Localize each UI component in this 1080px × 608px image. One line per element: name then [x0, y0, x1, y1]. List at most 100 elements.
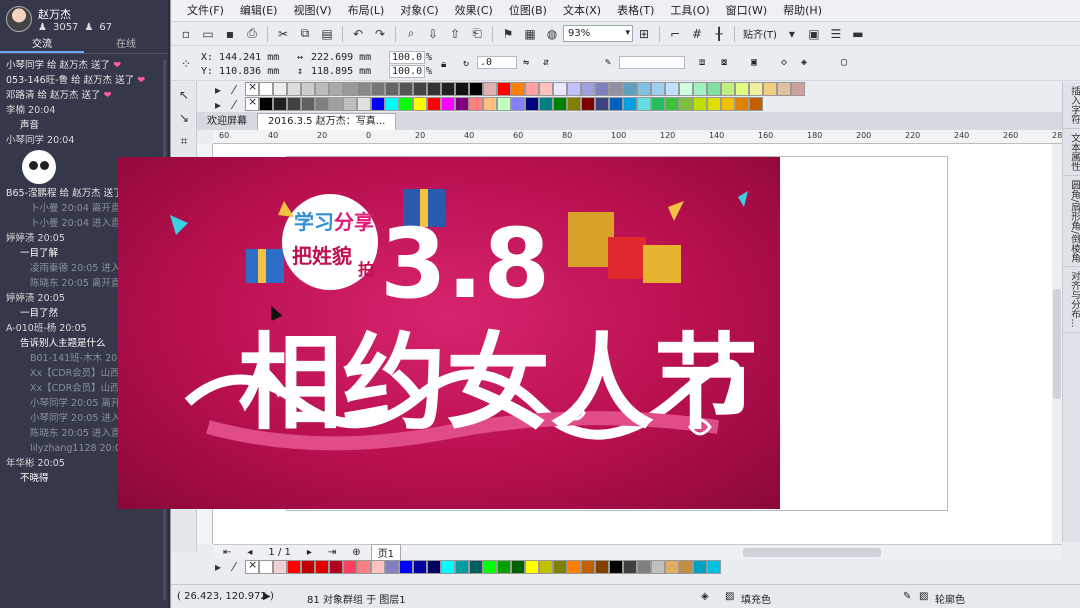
grid-icon[interactable]: # — [687, 24, 707, 44]
no-color-swatch[interactable] — [245, 80, 259, 96]
menu-item[interactable]: 文件(F) — [179, 0, 232, 22]
color-swatch[interactable] — [637, 82, 651, 96]
outline-pen-icon[interactable]: ✎ — [903, 591, 911, 602]
color-swatch[interactable] — [511, 82, 525, 96]
color-swatch[interactable] — [511, 560, 525, 574]
combine-icon[interactable]: ◇ — [781, 56, 787, 69]
undo-icon[interactable]: ↶ — [348, 24, 368, 44]
y-position-field[interactable]: Y: 110.836 mm — [201, 65, 279, 78]
scale-x-field[interactable]: 100.0 — [389, 51, 426, 64]
color-swatch[interactable] — [539, 560, 553, 574]
page-next-icon[interactable]: ▸ — [301, 547, 318, 558]
paste-icon[interactable]: ▤ — [317, 24, 337, 44]
color-swatch[interactable] — [609, 82, 623, 96]
color-swatch[interactable] — [497, 560, 511, 574]
search-content-icon[interactable]: ⌕ — [401, 24, 421, 44]
color-swatch[interactable] — [329, 560, 343, 574]
new-icon[interactable]: ▫ — [176, 24, 196, 44]
color-swatch[interactable] — [553, 560, 567, 574]
settings-icon[interactable]: ☰ — [826, 24, 846, 44]
color-swatch[interactable] — [483, 97, 497, 111]
outline-width-field[interactable] — [619, 56, 685, 73]
poster-artwork[interactable]: 学习 分享 把姓貌 拍 3.8 相约女人节 — [118, 157, 780, 509]
color-swatch[interactable] — [343, 82, 357, 96]
color-swatch[interactable] — [651, 82, 665, 96]
color-swatch[interactable] — [371, 560, 385, 574]
color-swatch[interactable] — [665, 97, 679, 111]
launch-icon[interactable]: ▬ — [848, 24, 868, 44]
width-field[interactable]: 222.699 mm — [311, 51, 371, 64]
color-swatch[interactable] — [679, 97, 693, 111]
options-icon[interactable]: ▣ — [804, 24, 824, 44]
color-swatch[interactable] — [399, 97, 413, 111]
color-swatch[interactable] — [665, 560, 679, 574]
page-last-icon[interactable]: ⇥ — [322, 547, 342, 558]
color-swatch[interactable] — [301, 97, 315, 111]
color-swatch[interactable] — [441, 82, 455, 96]
color-swatch[interactable] — [483, 82, 497, 96]
fill-bucket-icon[interactable]: ◈ — [701, 591, 709, 602]
color-swatch[interactable] — [329, 82, 343, 96]
color-swatch[interactable] — [357, 82, 371, 96]
color-swatch[interactable] — [553, 97, 567, 111]
menu-item[interactable]: 表格(T) — [609, 0, 662, 22]
menu-item[interactable]: 位图(B) — [501, 0, 555, 22]
guidelines-icon[interactable]: ╂ — [709, 24, 729, 44]
no-color-swatch[interactable] — [245, 558, 259, 574]
color-swatch[interactable] — [399, 82, 413, 96]
color-swatch[interactable] — [609, 97, 623, 111]
mirror-h-icon[interactable]: ⇋ — [523, 56, 529, 69]
copy-icon[interactable]: ⧉ — [295, 24, 315, 44]
redo-icon[interactable]: ↷ — [370, 24, 390, 44]
color-swatch[interactable] — [483, 560, 497, 574]
color-swatch[interactable] — [749, 82, 763, 96]
ungroup-all-icon[interactable]: ▣ — [751, 56, 757, 69]
color-swatch[interactable] — [791, 82, 805, 96]
color-swatch[interactable] — [679, 560, 693, 574]
color-swatch[interactable] — [581, 560, 595, 574]
color-swatch[interactable] — [497, 97, 511, 111]
color-swatch[interactable] — [315, 82, 329, 96]
color-swatch[interactable] — [385, 560, 399, 574]
color-swatch[interactable] — [329, 97, 343, 111]
color-swatch[interactable] — [511, 97, 525, 111]
print-icon[interactable]: ⎙ — [242, 24, 262, 44]
menu-item[interactable]: 文本(X) — [555, 0, 609, 22]
color-swatch[interactable] — [455, 560, 469, 574]
color-swatch[interactable] — [679, 82, 693, 96]
publish-pdf-icon[interactable]: ⎗ — [467, 24, 487, 44]
menu-item[interactable]: 布局(L) — [340, 0, 393, 22]
play-icon[interactable]: ▶ — [263, 591, 271, 602]
color-swatch[interactable] — [357, 560, 371, 574]
color-swatch[interactable] — [413, 82, 427, 96]
color-swatch[interactable] — [399, 560, 413, 574]
color-swatch[interactable] — [287, 97, 301, 111]
rotation-field[interactable]: .0 — [477, 56, 517, 69]
color-swatch[interactable] — [301, 82, 315, 96]
chevron-down-icon[interactable]: ▾ — [782, 24, 802, 44]
color-swatch[interactable] — [777, 82, 791, 96]
menu-item[interactable]: 窗口(W) — [718, 0, 775, 22]
rulers-icon[interactable]: ⌐ — [665, 24, 685, 44]
page-first-icon[interactable]: ⇤ — [217, 547, 237, 558]
color-swatch[interactable] — [707, 82, 721, 96]
color-swatch[interactable] — [651, 560, 665, 574]
no-color-swatch[interactable] — [245, 95, 259, 111]
color-swatch[interactable] — [259, 82, 273, 96]
vertical-scrollbar[interactable] — [1052, 144, 1062, 544]
horizontal-scroll-thumb[interactable] — [743, 548, 881, 557]
color-swatch[interactable] — [623, 97, 637, 111]
export-icon[interactable]: ⇧ — [445, 24, 465, 44]
lock-ratio-icon[interactable]: 🔒︎ — [441, 58, 446, 71]
color-swatch[interactable] — [441, 560, 455, 574]
color-swatch[interactable] — [651, 97, 665, 111]
color-swatch[interactable] — [623, 82, 637, 96]
color-swatch[interactable] — [553, 82, 567, 96]
zoom-level-select[interactable]: 93% — [563, 25, 633, 42]
color-swatch[interactable] — [469, 82, 483, 96]
shape-tool-icon[interactable]: ↘ — [173, 108, 195, 128]
color-swatch[interactable] — [525, 82, 539, 96]
color-swatch[interactable] — [693, 560, 707, 574]
object-origin-icon[interactable]: ⁘ — [176, 54, 196, 74]
break-apart-icon[interactable]: ◈ — [801, 56, 807, 69]
